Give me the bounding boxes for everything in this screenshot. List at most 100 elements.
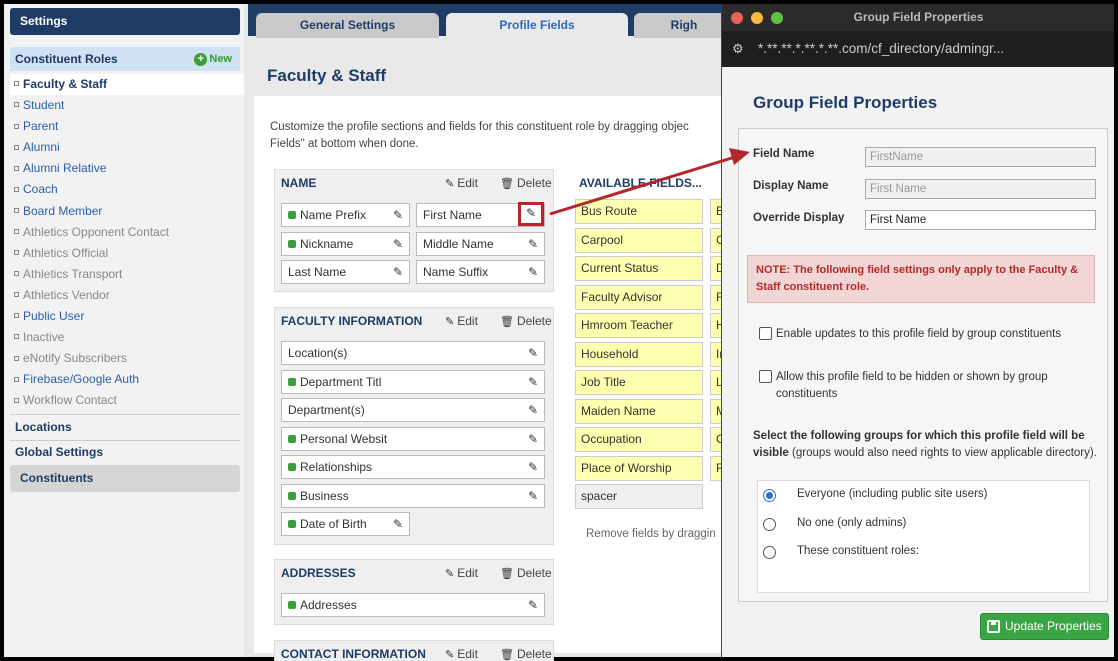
role-label: Athletics Transport	[23, 266, 123, 281]
available-field[interactable]: Faculty Advisor	[575, 285, 703, 310]
available-field[interactable]: Place of Worship	[575, 456, 703, 481]
role-item[interactable]: Inactive	[10, 327, 244, 348]
role-item[interactable]: Athletics Opponent Contact	[10, 222, 244, 243]
field-departments[interactable]: Department(s) ✎	[281, 398, 545, 422]
role-item[interactable]: Faculty & Staff	[10, 74, 244, 96]
tab-rights[interactable]: Righ	[634, 13, 734, 38]
global-settings-link[interactable]: Global Settings	[10, 445, 240, 459]
site-settings-icon[interactable]: ⚙	[732, 41, 744, 57]
radio-noone[interactable]	[763, 518, 776, 531]
update-properties-button[interactable]: Update Properties	[980, 613, 1109, 640]
role-item[interactable]: Student	[10, 95, 244, 116]
available-field-spacer[interactable]: spacer	[575, 484, 703, 509]
pencil-icon[interactable]: ✎	[528, 594, 538, 616]
zoom-window-icon[interactable]	[771, 12, 783, 24]
group-field-properties-window: Group Field Properties ⚙ *.**.**.*.**.*.…	[721, 4, 1114, 657]
allow-hidden-checkbox[interactable]	[759, 370, 772, 383]
section-title: ADDRESSES	[281, 566, 356, 580]
field-name-suffix[interactable]: Name Suffix ✎	[416, 260, 545, 284]
url-bar[interactable]: ⚙ *.**.**.*.**.*.**.com/cf_directory/adm…	[722, 31, 1114, 67]
pencil-icon[interactable]: ✎	[528, 371, 538, 393]
edit-section-button[interactable]: ✎ Edit	[445, 176, 478, 190]
pencil-icon[interactable]: ✎	[528, 233, 538, 255]
edit-section-button[interactable]: ✎ Edit	[445, 647, 478, 661]
pencil-icon[interactable]: ✎	[528, 428, 538, 450]
allow-hidden-label: Allow this profile field to be hidden or…	[776, 371, 1048, 400]
section-contact-information[interactable]: CONTACT INFORMATION ✎ Edit 🗑 Delete	[274, 640, 554, 661]
remove-fields-note: Remove fields by draggin	[586, 528, 716, 540]
close-window-icon[interactable]	[731, 12, 743, 24]
role-label: Coach	[23, 182, 58, 197]
role-item[interactable]: Public User	[10, 306, 244, 327]
available-field[interactable]: Hmroom Teacher	[575, 313, 703, 338]
available-field[interactable]: Carpool	[575, 228, 703, 253]
role-item[interactable]: Athletics Official	[10, 243, 244, 264]
pencil-icon[interactable]: ✎	[393, 261, 403, 283]
delete-label: Delete	[516, 566, 552, 580]
locations-link[interactable]: Locations	[10, 420, 240, 434]
visibility-instructions: Select the following groups for which th…	[753, 428, 1098, 462]
role-item[interactable]: Athletics Vendor	[10, 285, 244, 306]
pencil-icon[interactable]: ✎	[528, 261, 538, 283]
square-bullet-icon	[14, 186, 19, 192]
pencil-icon[interactable]: ✎	[528, 399, 538, 421]
field-nickname[interactable]: Nickname ✎	[281, 232, 410, 256]
new-role-button[interactable]: + New	[194, 47, 232, 71]
allow-hidden-option[interactable]: Allow this profile field to be hidden or…	[759, 369, 1099, 403]
field-department-title[interactable]: Department Titl ✎	[281, 370, 545, 394]
delete-section-button[interactable]: 🗑 Delete	[500, 314, 552, 328]
role-item[interactable]: Board Member	[10, 201, 244, 222]
field-date-of-birth[interactable]: Date of Birth ✎	[281, 512, 410, 536]
field-name-prefix[interactable]: Name Prefix ✎	[281, 203, 410, 227]
override-display-input[interactable]: First Name	[865, 210, 1096, 230]
role-item[interactable]: Coach	[10, 179, 244, 200]
enabled-dot-icon	[288, 434, 296, 443]
constituents-link[interactable]: Constituents	[10, 465, 240, 492]
minimize-window-icon[interactable]	[751, 12, 763, 24]
pencil-icon[interactable]: ✎	[528, 456, 538, 478]
field-personal-website[interactable]: Personal Websit ✎	[281, 427, 545, 451]
square-bullet-icon	[14, 144, 19, 150]
role-label: Athletics Opponent Contact	[23, 224, 170, 239]
role-item[interactable]: Alumni Relative	[10, 158, 244, 179]
available-field[interactable]: Household	[575, 342, 703, 367]
role-item[interactable]: Alumni	[10, 137, 244, 158]
role-list: Faculty & Staff Student Parent Alumni Al…	[10, 74, 244, 412]
field-last-name[interactable]: Last Name ✎	[281, 260, 410, 284]
available-field[interactable]: Maiden Name	[575, 399, 703, 424]
delete-section-button[interactable]: 🗑 Delete	[500, 566, 552, 580]
field-middle-name[interactable]: Middle Name ✎	[416, 232, 545, 256]
role-item[interactable]: Firebase/Google Auth	[10, 369, 244, 390]
enable-updates-checkbox[interactable]	[759, 327, 772, 340]
enable-updates-option[interactable]: Enable updates to this profile field by …	[759, 326, 1099, 343]
pencil-icon[interactable]: ✎	[393, 204, 403, 226]
pencil-icon[interactable]: ✎	[393, 233, 403, 255]
available-field[interactable]: Bus Route	[575, 199, 703, 224]
delete-section-button[interactable]: 🗑 Delete	[500, 176, 552, 190]
field-locations[interactable]: Location(s) ✎	[281, 341, 545, 365]
available-field[interactable]: Occupation	[575, 427, 703, 452]
field-addresses[interactable]: Addresses ✎	[281, 593, 545, 617]
edit-section-button[interactable]: ✎ Edit	[445, 314, 478, 328]
pencil-icon[interactable]: ✎	[393, 513, 403, 535]
tab-general-settings[interactable]: General Settings	[256, 13, 439, 38]
edit-section-button[interactable]: ✎ Edit	[445, 566, 478, 580]
field-business[interactable]: Business ✎	[281, 484, 545, 508]
role-label: Student	[23, 98, 65, 113]
field-relationships[interactable]: Relationships ✎	[281, 455, 545, 479]
role-item[interactable]: Athletics Transport	[10, 264, 244, 285]
role-item[interactable]: Workflow Contact	[10, 390, 244, 411]
role-item[interactable]: eNotify Subscribers	[10, 348, 244, 369]
pencil-icon[interactable]: ✎	[528, 485, 538, 507]
highlighted-pencil-icon[interactable]: ✎	[518, 202, 544, 226]
role-item[interactable]: Parent	[10, 116, 244, 137]
radio-everyone[interactable]	[763, 489, 776, 502]
radio-roles[interactable]	[763, 546, 776, 559]
url-text: *.**.**.*.**.*.**.com/cf_directory/admin…	[758, 41, 1005, 56]
enabled-dot-icon	[288, 210, 296, 219]
available-field[interactable]: Job Title	[575, 370, 703, 395]
delete-section-button[interactable]: 🗑 Delete	[500, 647, 552, 661]
tab-profile-fields[interactable]: Profile Fields	[446, 13, 628, 38]
pencil-icon[interactable]: ✎	[528, 342, 538, 364]
available-field[interactable]: Current Status	[575, 256, 703, 281]
